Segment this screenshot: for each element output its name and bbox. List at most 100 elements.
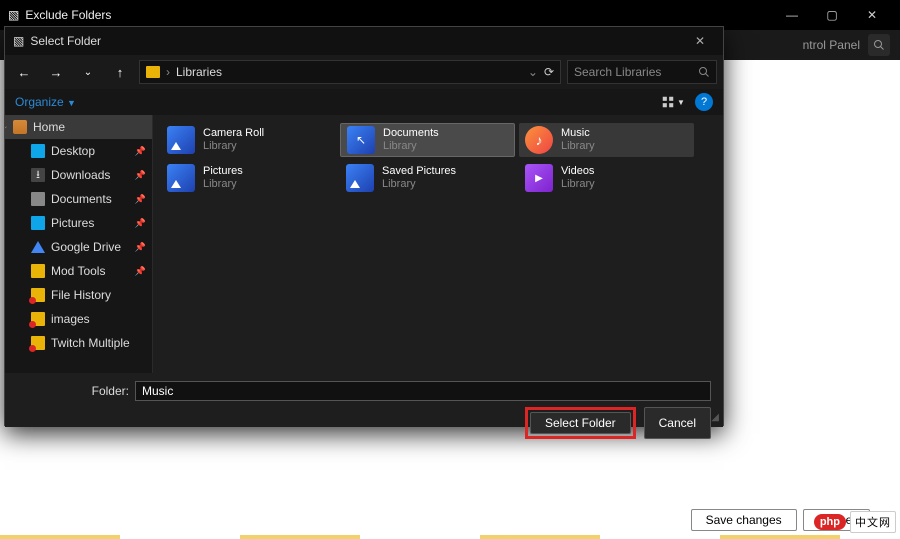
folder-error-icon bbox=[31, 312, 45, 326]
maximize-button[interactable]: ▢ bbox=[812, 8, 852, 22]
back-button[interactable]: ← bbox=[11, 59, 37, 85]
sidebar-item-label: Twitch Multiple bbox=[51, 336, 130, 350]
forward-button[interactable]: → bbox=[43, 59, 69, 85]
tutorial-highlight: Select Folder bbox=[525, 407, 636, 439]
resize-grip[interactable]: ◢ bbox=[711, 412, 719, 423]
library-type: Library bbox=[561, 140, 595, 153]
sidebar-item-twitch-multiple[interactable]: Twitch Multiple bbox=[5, 331, 152, 355]
refresh-button[interactable]: ⟳ bbox=[544, 65, 554, 79]
brand-pill: php bbox=[814, 514, 846, 530]
pin-icon: 📌 bbox=[135, 194, 146, 205]
app-icon: ▧ bbox=[8, 8, 19, 22]
sidebar-item-label: Documents bbox=[51, 192, 112, 206]
library-type: Library bbox=[561, 178, 595, 191]
recent-locations-button[interactable]: ⌄ bbox=[75, 59, 101, 85]
sidebar-item-google-drive[interactable]: Google Drive 📌 bbox=[5, 235, 152, 259]
library-name: Music bbox=[561, 127, 595, 140]
watermark: php 中文网 bbox=[814, 511, 896, 533]
sidebar-item-pictures[interactable]: Pictures 📌 bbox=[5, 211, 152, 235]
pictures-icon bbox=[31, 216, 45, 230]
library-pictures[interactable]: PicturesLibrary bbox=[161, 161, 336, 195]
search-input[interactable]: Search Libraries bbox=[567, 60, 717, 84]
sidebar-item-downloads[interactable]: ⭳ Downloads 📌 bbox=[5, 163, 152, 187]
dialog-icon: ▧ bbox=[13, 34, 24, 48]
documents-library-icon bbox=[347, 126, 375, 154]
dialog-footer: Folder: Select Folder Cancel bbox=[5, 373, 723, 427]
library-type: Library bbox=[203, 178, 243, 191]
sidebar-item-home[interactable]: Home bbox=[5, 115, 152, 139]
library-type: Library bbox=[203, 140, 264, 153]
help-button[interactable]: ? bbox=[695, 93, 713, 111]
breadcrumb-fragment: ntrol Panel bbox=[803, 38, 860, 52]
picture-library-icon bbox=[346, 164, 374, 192]
search-icon bbox=[698, 66, 710, 78]
video-library-icon bbox=[525, 164, 553, 192]
library-name: Saved Pictures bbox=[382, 165, 456, 178]
content-area: Camera RollLibrary DocumentsLibrary Musi… bbox=[153, 115, 723, 373]
folder-icon bbox=[146, 66, 160, 78]
select-folder-dialog: ▧ Select Folder ✕ ← → ⌄ ↑ › Libraries ⌄ … bbox=[4, 26, 724, 426]
sidebar: Home Desktop 📌 ⭳ Downloads 📌 Documents 📌… bbox=[5, 115, 153, 373]
folder-icon bbox=[31, 264, 45, 278]
picture-library-icon bbox=[167, 126, 195, 154]
downloads-icon: ⭳ bbox=[31, 168, 45, 182]
dialog-title: Select Folder bbox=[30, 34, 101, 48]
desktop-icon bbox=[31, 144, 45, 158]
close-button[interactable]: ✕ bbox=[852, 8, 892, 22]
pin-icon: 📌 bbox=[135, 266, 146, 277]
library-type: Library bbox=[383, 140, 439, 153]
folder-field-label: Folder: bbox=[17, 384, 129, 398]
library-name: Videos bbox=[561, 165, 595, 178]
sidebar-item-label: Google Drive bbox=[51, 240, 121, 254]
sidebar-item-desktop[interactable]: Desktop 📌 bbox=[5, 139, 152, 163]
address-path: Libraries bbox=[176, 65, 222, 79]
library-camera-roll[interactable]: Camera RollLibrary bbox=[161, 123, 336, 157]
decorative-bars bbox=[0, 535, 900, 539]
library-documents[interactable]: DocumentsLibrary bbox=[340, 123, 515, 157]
home-icon bbox=[13, 120, 27, 134]
pin-icon: 📌 bbox=[135, 218, 146, 229]
folder-name-input[interactable] bbox=[135, 381, 711, 401]
pin-icon: 📌 bbox=[135, 242, 146, 253]
music-library-icon bbox=[525, 126, 553, 154]
search-icon[interactable] bbox=[868, 34, 890, 56]
library-saved-pictures[interactable]: Saved PicturesLibrary bbox=[340, 161, 515, 195]
up-button[interactable]: ↑ bbox=[107, 59, 133, 85]
sidebar-item-documents[interactable]: Documents 📌 bbox=[5, 187, 152, 211]
sidebar-item-file-history[interactable]: File History bbox=[5, 283, 152, 307]
sidebar-item-label: images bbox=[51, 312, 90, 326]
address-bar[interactable]: › Libraries ⌄ ⟳ bbox=[139, 60, 561, 84]
sidebar-item-mod-tools[interactable]: Mod Tools 📌 bbox=[5, 259, 152, 283]
picture-library-icon bbox=[167, 164, 195, 192]
documents-icon bbox=[31, 192, 45, 206]
library-music[interactable]: MusicLibrary bbox=[519, 123, 694, 157]
folder-error-icon bbox=[31, 336, 45, 350]
library-name: Documents bbox=[383, 127, 439, 140]
folder-error-icon bbox=[31, 288, 45, 302]
organize-menu[interactable]: Organize ▼ bbox=[15, 95, 76, 109]
pin-icon: 📌 bbox=[135, 146, 146, 157]
address-dropdown-icon[interactable]: ⌄ bbox=[528, 65, 538, 79]
library-name: Pictures bbox=[203, 165, 243, 178]
sidebar-item-label: Desktop bbox=[51, 144, 95, 158]
sidebar-item-label: Home bbox=[33, 120, 65, 134]
nav-bar: ← → ⌄ ↑ › Libraries ⌄ ⟳ Search Libraries bbox=[5, 55, 723, 89]
save-changes-button[interactable]: Save changes bbox=[691, 509, 797, 531]
dialog-cancel-button[interactable]: Cancel bbox=[644, 407, 711, 439]
dialog-close-button[interactable]: ✕ bbox=[685, 34, 715, 48]
command-bar: Organize ▼ ▼ ? bbox=[5, 89, 723, 115]
minimize-button[interactable]: — bbox=[772, 8, 812, 22]
select-folder-button[interactable]: Select Folder bbox=[530, 412, 631, 434]
sidebar-item-label: Pictures bbox=[51, 216, 94, 230]
library-type: Library bbox=[382, 178, 456, 191]
view-options-button[interactable]: ▼ bbox=[661, 91, 685, 113]
gdrive-icon bbox=[31, 240, 45, 254]
dialog-titlebar: ▧ Select Folder ✕ bbox=[5, 27, 723, 55]
library-name: Camera Roll bbox=[203, 127, 264, 140]
sidebar-item-label: File History bbox=[51, 288, 111, 302]
window-title: Exclude Folders bbox=[25, 8, 111, 22]
sidebar-item-label: Downloads bbox=[51, 168, 110, 182]
library-videos[interactable]: VideosLibrary bbox=[519, 161, 694, 195]
sidebar-item-label: Mod Tools bbox=[51, 264, 105, 278]
sidebar-item-images[interactable]: images bbox=[5, 307, 152, 331]
